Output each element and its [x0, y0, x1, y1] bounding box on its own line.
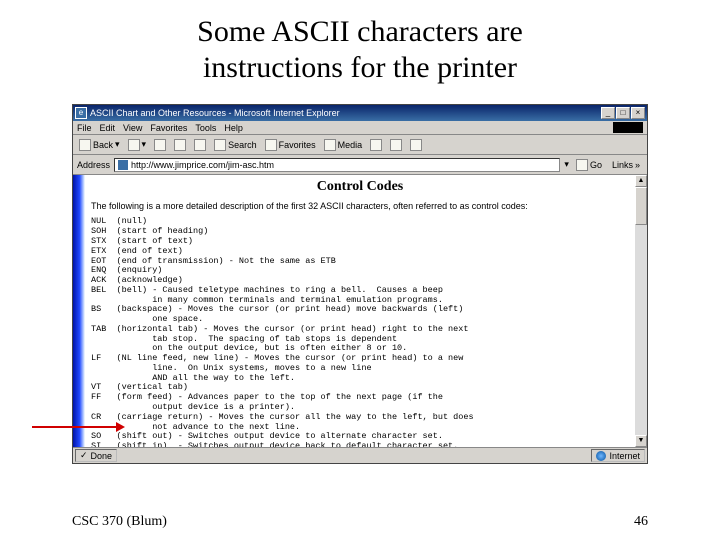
refresh-button[interactable]: [172, 139, 188, 151]
menu-view[interactable]: View: [123, 123, 142, 133]
search-button[interactable]: Search: [212, 139, 259, 151]
address-dropdown-icon[interactable]: ▾: [564, 159, 569, 170]
back-label: Back: [93, 140, 113, 150]
search-icon: [214, 139, 226, 151]
home-icon: [194, 139, 206, 151]
page-intro: The following is a more detailed descrip…: [91, 201, 629, 211]
media-label: Media: [338, 140, 363, 150]
go-label: Go: [590, 160, 602, 170]
history-button[interactable]: [368, 139, 384, 151]
search-label: Search: [228, 140, 257, 150]
content-area: Control Codes The following is a more de…: [73, 175, 647, 447]
page-body: Control Codes The following is a more de…: [85, 175, 635, 447]
page-heading: Control Codes: [91, 179, 629, 195]
maximize-button[interactable]: □: [616, 107, 630, 119]
home-button[interactable]: [192, 139, 208, 151]
page-favicon-icon: [118, 160, 128, 170]
mail-button[interactable]: [388, 139, 404, 151]
scroll-track[interactable]: [635, 187, 647, 435]
chevron-down-icon: ▾: [142, 139, 147, 150]
scroll-up-button[interactable]: ▲: [635, 175, 647, 187]
mail-icon: [390, 139, 402, 151]
links-label: Links: [612, 160, 633, 170]
star-icon: [265, 139, 277, 151]
statusbar: ✓ Done Internet: [73, 447, 647, 463]
menu-favorites[interactable]: Favorites: [150, 123, 187, 133]
page-side-stripe: [73, 175, 85, 447]
scroll-down-button[interactable]: ▼: [635, 435, 647, 447]
arrow-left-icon: [79, 139, 91, 151]
menubar: File Edit View Favorites Tools Help: [73, 121, 647, 135]
arrow-right-icon: [128, 139, 140, 151]
print-icon: [410, 139, 422, 151]
stop-icon: [154, 139, 166, 151]
annotation-arrow: [32, 426, 122, 428]
menu-edit[interactable]: Edit: [100, 123, 116, 133]
status-spacer: [121, 449, 587, 462]
status-zone: Internet: [591, 449, 645, 462]
address-value: http://www.jimprice.com/jim-asc.htm: [131, 160, 274, 170]
chevron-down-icon: ▾: [115, 139, 120, 150]
status-zone-text: Internet: [609, 451, 640, 461]
media-icon: [324, 139, 336, 151]
slide-title-line2: instructions for the printer: [40, 50, 680, 86]
forward-button[interactable]: ▾: [126, 139, 149, 151]
ie-throbber-icon: [613, 122, 643, 133]
address-input[interactable]: http://www.jimprice.com/jim-asc.htm: [114, 158, 560, 172]
status-done-text: Done: [91, 451, 113, 461]
scroll-thumb[interactable]: [635, 187, 647, 225]
ie-icon: e: [75, 107, 87, 119]
favorites-button[interactable]: Favorites: [263, 139, 318, 151]
go-icon: [576, 159, 588, 171]
toolbar: Back ▾ ▾ Search Favorites Media: [73, 135, 647, 155]
history-icon: [370, 139, 382, 151]
footer-left: CSC 370 (Blum): [72, 514, 167, 530]
menu-help[interactable]: Help: [224, 123, 243, 133]
back-button[interactable]: Back ▾: [77, 139, 122, 151]
window-controls: _ □ ×: [601, 107, 645, 119]
control-codes-list: NUL (null) SOH (start of heading) STX (s…: [91, 217, 629, 447]
window-title: ASCII Chart and Other Resources - Micros…: [90, 108, 601, 118]
menu-file[interactable]: File: [77, 123, 92, 133]
slide-footer: CSC 370 (Blum) 46: [0, 514, 720, 530]
done-icon: ✓: [80, 450, 88, 461]
status-done: ✓ Done: [75, 449, 117, 462]
minimize-button[interactable]: _: [601, 107, 615, 119]
slide-title-line1: Some ASCII characters are: [40, 14, 680, 50]
print-button[interactable]: [408, 139, 424, 151]
addressbar: Address http://www.jimprice.com/jim-asc.…: [73, 155, 647, 175]
stop-button[interactable]: [152, 139, 168, 151]
vertical-scrollbar[interactable]: ▲ ▼: [635, 175, 647, 447]
refresh-icon: [174, 139, 186, 151]
internet-zone-icon: [596, 451, 606, 461]
footer-right: 46: [634, 514, 648, 530]
address-label: Address: [77, 160, 110, 170]
menu-tools[interactable]: Tools: [195, 123, 216, 133]
favorites-label: Favorites: [279, 140, 316, 150]
go-button[interactable]: Go: [573, 159, 605, 171]
links-button[interactable]: Links »: [609, 160, 643, 170]
media-button[interactable]: Media: [322, 139, 365, 151]
titlebar: e ASCII Chart and Other Resources - Micr…: [73, 105, 647, 121]
close-button[interactable]: ×: [631, 107, 645, 119]
browser-window: e ASCII Chart and Other Resources - Micr…: [72, 104, 648, 464]
slide-title: Some ASCII characters are instructions f…: [0, 0, 720, 98]
chevron-right-icon: »: [635, 160, 640, 170]
